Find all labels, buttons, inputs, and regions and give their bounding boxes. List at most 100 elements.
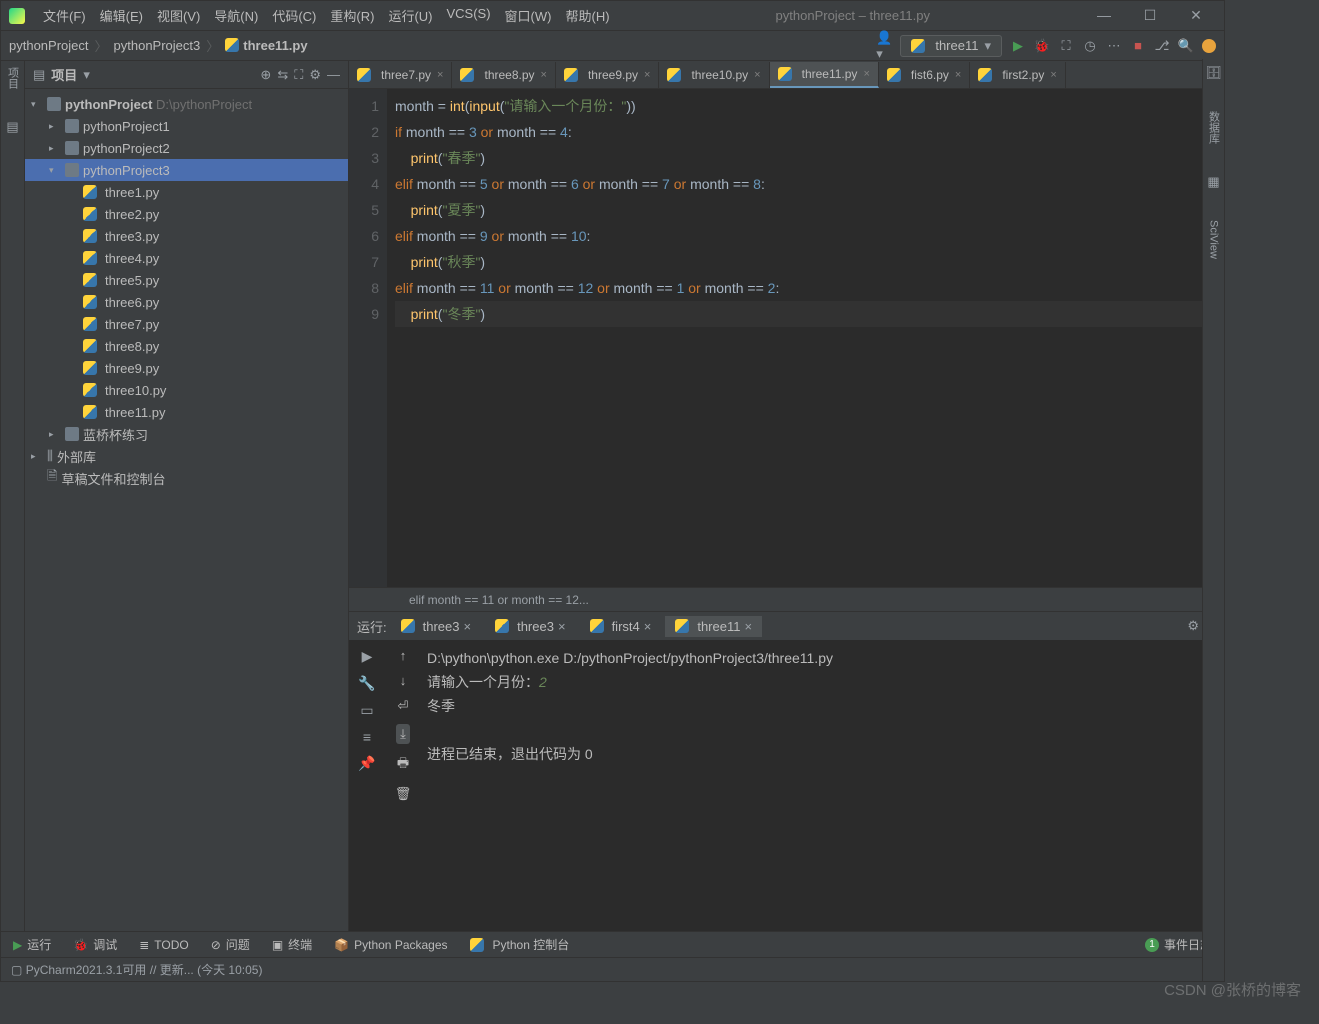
close-tab-icon[interactable]: × [437, 69, 443, 81]
run-config-combo[interactable]: three11▾ [900, 35, 1002, 57]
sciview-icon[interactable]: ▦ [1207, 174, 1219, 190]
stop-button[interactable]: ■ [1130, 38, 1146, 54]
breadcrumb-item[interactable]: three11.py [225, 38, 307, 53]
tree-row[interactable]: three8.py [25, 335, 348, 357]
tree-row[interactable]: ▸pythonProject1 [25, 115, 348, 137]
sciview-label[interactable]: SciView [1208, 220, 1220, 259]
close-icon[interactable]: × [464, 619, 472, 634]
debug-button[interactable]: 🐞 [1034, 38, 1050, 54]
close-icon[interactable]: × [644, 619, 652, 634]
code-area[interactable]: month = int(input("请输入一个月份："))if month =… [387, 89, 1224, 587]
menu-item[interactable]: 文件(F) [37, 4, 92, 27]
tree-row[interactable]: three3.py [25, 225, 348, 247]
profile-button[interactable]: ◷ [1082, 38, 1098, 54]
menu-item[interactable]: 窗口(W) [499, 4, 558, 27]
breadcrumb[interactable]: pythonProject〉pythonProject3〉three11.py [9, 36, 308, 55]
settings-icon[interactable]: ⚙ [309, 67, 321, 83]
editor-tab[interactable]: three7.py× [349, 62, 452, 88]
tree-row[interactable]: three4.py [25, 247, 348, 269]
pin-button[interactable]: 📌 [358, 755, 375, 772]
rerun-button[interactable]: ▶ [362, 648, 373, 665]
btab-debug[interactable]: 🐞调试 [73, 936, 117, 953]
btab-run[interactable]: ▶运行 [13, 936, 51, 953]
menu-item[interactable]: 编辑(E) [94, 4, 149, 27]
stop-run-button[interactable]: ▭ [360, 702, 373, 719]
btab-terminal[interactable]: ▣终端 [272, 936, 312, 953]
structure-tool-button[interactable]: ▤ [6, 119, 18, 135]
close-tab-icon[interactable]: × [644, 69, 650, 81]
coverage-button[interactable]: ⛶ [1058, 38, 1074, 54]
tree-row[interactable]: three5.py [25, 269, 348, 291]
close-tab-icon[interactable]: × [955, 69, 961, 81]
run-tab[interactable]: three11 × [665, 616, 762, 637]
run-button[interactable]: ▶ [1010, 38, 1026, 54]
close-icon[interactable]: × [744, 619, 752, 634]
tree-row[interactable]: three9.py [25, 357, 348, 379]
close-tab-icon[interactable]: × [1050, 69, 1056, 81]
close-button[interactable]: ✕ [1182, 7, 1210, 24]
run-settings-icon[interactable]: ⚙ [1187, 618, 1199, 634]
btab-pyconsole[interactable]: Python 控制台 [470, 936, 570, 953]
attach-button[interactable]: ⋯ [1106, 38, 1122, 54]
user-icon[interactable]: 👤▾ [876, 38, 892, 54]
project-tool-button[interactable]: 项目 [5, 67, 21, 89]
clear-icon[interactable]: 🗑 [395, 786, 412, 802]
close-tab-icon[interactable]: × [754, 69, 760, 81]
search-icon[interactable]: 🔍 [1178, 38, 1194, 54]
hide-icon[interactable]: — [327, 67, 340, 82]
close-icon[interactable]: × [558, 619, 566, 634]
locate-icon[interactable]: ⊕ [260, 67, 271, 83]
menu-item[interactable]: 重构(R) [324, 4, 380, 27]
editor-tab[interactable]: first2.py× [970, 62, 1065, 88]
menu-item[interactable]: VCS(S) [440, 4, 496, 27]
down-icon[interactable]: ↓ [400, 673, 407, 688]
run-tab[interactable]: three3 × [391, 616, 481, 637]
modify-run-button[interactable]: 🔧 [358, 675, 375, 692]
close-tab-icon[interactable]: × [541, 69, 547, 81]
breadcrumb-item[interactable]: pythonProject [9, 38, 89, 53]
menu-item[interactable]: 运行(U) [382, 4, 438, 27]
editor-tab[interactable]: three8.py× [452, 62, 555, 88]
tree-row[interactable]: three1.py [25, 181, 348, 203]
editor-tab[interactable]: three9.py× [556, 62, 659, 88]
tree-row[interactable]: three2.py [25, 203, 348, 225]
scroll-end-icon[interactable]: ⤓ [396, 724, 410, 744]
git-button[interactable]: ⎇ [1154, 38, 1170, 54]
editor-tab[interactable]: three10.py× [659, 62, 769, 88]
tree-row[interactable]: 🗎草稿文件和控制台 [25, 467, 348, 489]
run-tab[interactable]: first4 × [580, 616, 662, 637]
breadcrumb-item[interactable]: pythonProject3 [114, 38, 201, 53]
tree-row[interactable]: three10.py [25, 379, 348, 401]
editor-tab[interactable]: three11.py× [770, 62, 879, 88]
up-icon[interactable]: ↑ [400, 648, 407, 663]
project-tree[interactable]: ▾pythonProject D:\pythonProject▸pythonPr… [25, 89, 348, 931]
maximize-button[interactable]: ☐ [1136, 7, 1164, 24]
editor-tab[interactable]: fist6.py× [879, 62, 970, 88]
menu-item[interactable]: 视图(V) [151, 4, 206, 27]
run-tab[interactable]: three3 × [485, 616, 575, 637]
tree-row[interactable]: ▸pythonProject2 [25, 137, 348, 159]
tree-row[interactable]: three7.py [25, 313, 348, 335]
menu-item[interactable]: 帮助(H) [559, 4, 615, 27]
menu-item[interactable]: 代码(C) [266, 4, 322, 27]
update-indicator-icon[interactable] [1202, 39, 1216, 53]
btab-pypackages[interactable]: 📦Python Packages [334, 938, 447, 952]
collapse-icon[interactable]: ⇆ [277, 67, 288, 83]
tree-row[interactable]: three11.py [25, 401, 348, 423]
console-output[interactable]: D:\python\python.exe D:/pythonProject/py… [421, 640, 1224, 931]
print-icon[interactable]: 🖶 [397, 754, 409, 776]
code-editor[interactable]: 123456789 month = int(input("请输入一个月份："))… [349, 89, 1224, 587]
tree-row[interactable]: ▾pythonProject3 [25, 159, 348, 181]
btab-problems[interactable]: ⊘问题 [211, 936, 250, 953]
database-label[interactable]: 数据库 [1206, 111, 1222, 144]
expand-icon[interactable]: ⛶ [294, 67, 303, 83]
database-tool-button[interactable]: 🗄 [1205, 65, 1222, 81]
tree-row[interactable]: three6.py [25, 291, 348, 313]
tree-row[interactable]: ▾pythonProject D:\pythonProject [25, 93, 348, 115]
menu-item[interactable]: 导航(N) [208, 4, 264, 27]
soft-wrap-icon[interactable]: ⏎ [398, 698, 409, 714]
minimize-button[interactable]: — [1090, 7, 1118, 24]
layout-button[interactable]: ≡ [363, 729, 371, 745]
btab-todo[interactable]: ≣TODO [139, 938, 189, 952]
tree-row[interactable]: ▸⫼外部库 [25, 445, 348, 467]
